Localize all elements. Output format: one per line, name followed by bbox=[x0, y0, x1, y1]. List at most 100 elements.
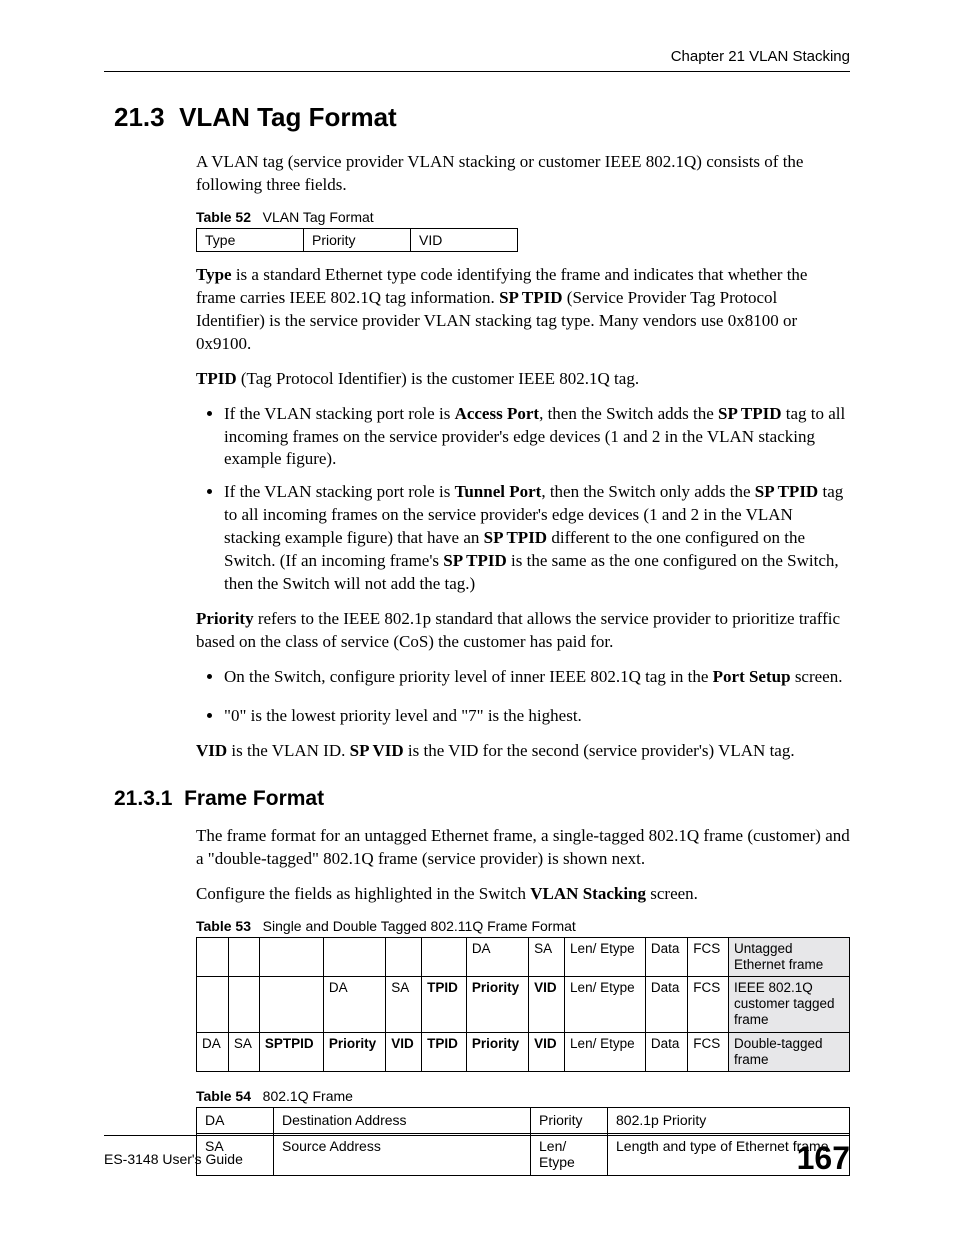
subsection-number: 21.3.1 bbox=[114, 787, 172, 810]
b2-b3: SP TPID bbox=[484, 528, 547, 547]
t53-r1-c2 bbox=[259, 976, 323, 1032]
sp2-t1: Configure the fields as highlighted in t… bbox=[196, 884, 530, 903]
table52-c1: Priority bbox=[304, 228, 411, 251]
page-footer: ES-3148 User's Guide 167 bbox=[104, 1135, 850, 1177]
priority-bold: Priority bbox=[196, 609, 254, 628]
vid-text2: is the VID for the second (service provi… bbox=[404, 741, 795, 760]
t53-r0-c10: FCS bbox=[688, 937, 729, 976]
b2-t2: , then the Switch only adds the bbox=[541, 482, 754, 501]
b1-b2: SP TPID bbox=[718, 404, 781, 423]
table53-title: Single and Double Tagged 802.11Q Frame F… bbox=[263, 918, 576, 934]
t53-r0-c5 bbox=[422, 937, 467, 976]
footer-rule bbox=[104, 1135, 850, 1136]
t53-r0-c9: Data bbox=[645, 937, 687, 976]
t53-r2-c2: SPTPID bbox=[259, 1032, 323, 1071]
t53-r1-c4: SA bbox=[386, 976, 422, 1032]
pb1-b1: Port Setup bbox=[713, 667, 791, 686]
table54-title: 802.1Q Frame bbox=[263, 1088, 353, 1104]
sp2-t2: screen. bbox=[646, 884, 698, 903]
t53-r2-c10: FCS bbox=[688, 1032, 729, 1071]
priority-paragraph: Priority refers to the IEEE 802.1p stand… bbox=[196, 608, 850, 654]
subsection-title-text: Frame Format bbox=[184, 787, 324, 810]
table54-row-0: DA Destination Address Priority 802.1p P… bbox=[197, 1107, 850, 1133]
t53-r0-c4 bbox=[386, 937, 422, 976]
table53-label: Table 53 bbox=[196, 918, 251, 934]
t53-r1-c1 bbox=[228, 976, 259, 1032]
t53-r1-c6-b: Priority bbox=[472, 980, 519, 995]
t53-r0-c0 bbox=[197, 937, 229, 976]
t53-r2-c2-b: SPTPID bbox=[265, 1036, 314, 1051]
section-heading: 21.3 VLAN Tag Format bbox=[114, 102, 850, 133]
table52: Type Priority VID bbox=[196, 228, 518, 252]
t54-r0-c3: 802.1p Priority bbox=[608, 1107, 850, 1133]
t53-r2-c7-b: VID bbox=[534, 1036, 557, 1051]
type-paragraph: Type is a standard Ethernet type code id… bbox=[196, 264, 850, 356]
subsection-heading: 21.3.1 Frame Format bbox=[114, 787, 850, 811]
type-bold: Type bbox=[196, 265, 232, 284]
t53-r2-c7: VID bbox=[529, 1032, 565, 1071]
tpid-bullet-2: If the VLAN stacking port role is Tunnel… bbox=[224, 481, 850, 596]
t53-r2-c4: VID bbox=[386, 1032, 422, 1071]
priority-bullet-2: "0" is the lowest priority level and "7"… bbox=[224, 705, 850, 728]
t54-r0-c0: DA bbox=[197, 1107, 274, 1133]
tpid-bold: TPID bbox=[196, 369, 237, 388]
b1-t2: , then the Switch adds the bbox=[539, 404, 718, 423]
t53-r1-c0 bbox=[197, 976, 229, 1032]
t53-r1-c7-b: VID bbox=[534, 980, 557, 995]
t53-r2-c1: SA bbox=[228, 1032, 259, 1071]
b2-b1: Tunnel Port bbox=[455, 482, 542, 501]
t53-r2-c6-b: Priority bbox=[472, 1036, 519, 1051]
intro-paragraph: A VLAN tag (service provider VLAN stacki… bbox=[196, 151, 850, 197]
t53-r0-c6: DA bbox=[466, 937, 528, 976]
tpid-paragraph: TPID (Tag Protocol Identifier) is the cu… bbox=[196, 368, 850, 391]
t53-r1-c5: TPID bbox=[422, 976, 467, 1032]
page-number: 167 bbox=[797, 1140, 850, 1177]
priority-bullet-1: On the Switch, configure priority level … bbox=[224, 666, 850, 689]
tpid-bullets: If the VLAN stacking port role is Access… bbox=[196, 403, 850, 597]
section-number: 21.3 bbox=[114, 102, 165, 132]
t53-r2-c5: TPID bbox=[422, 1032, 467, 1071]
priority-text: refers to the IEEE 802.1p standard that … bbox=[196, 609, 840, 651]
t53-r0-c11: Untagged Ethernet frame bbox=[729, 937, 850, 976]
t53-r1-c8: Len/ Etype bbox=[565, 976, 646, 1032]
t53-r2-c3-b: Priority bbox=[329, 1036, 376, 1051]
t53-r1-c11: IEEE 802.1Q customer tagged frame bbox=[729, 976, 850, 1032]
table53: DA SA Len/ Etype Data FCS Untagged Ether… bbox=[196, 937, 850, 1072]
t53-r1-c6: Priority bbox=[466, 976, 528, 1032]
tpid-text: (Tag Protocol Identifier) is the custome… bbox=[237, 369, 639, 388]
t53-r0-c7: SA bbox=[529, 937, 565, 976]
t53-r2-c8: Len/ Etype bbox=[565, 1032, 646, 1071]
b2-b4: SP TPID bbox=[443, 551, 506, 570]
sub-paragraph-2: Configure the fields as highlighted in t… bbox=[196, 883, 850, 906]
t53-r2-c4-b: VID bbox=[391, 1036, 414, 1051]
t53-r1-c5-b: TPID bbox=[427, 980, 458, 995]
section-title-text: VLAN Tag Format bbox=[179, 102, 397, 132]
sp2-b1: VLAN Stacking bbox=[530, 884, 646, 903]
table53-caption: Table 53 Single and Double Tagged 802.11… bbox=[196, 918, 850, 934]
pb1-t1: On the Switch, configure priority level … bbox=[224, 667, 713, 686]
t53-r2-c0: DA bbox=[197, 1032, 229, 1071]
vid-bold: VID bbox=[196, 741, 227, 760]
table53-row-0: DA SA Len/ Etype Data FCS Untagged Ether… bbox=[197, 937, 850, 976]
t53-r1-c10: FCS bbox=[688, 976, 729, 1032]
tpid-bullet-1: If the VLAN stacking port role is Access… bbox=[224, 403, 850, 472]
table52-label: Table 52 bbox=[196, 209, 251, 225]
t53-r2-c3: Priority bbox=[323, 1032, 385, 1071]
table53-row-2: DA SA SPTPID Priority VID TPID Priority … bbox=[197, 1032, 850, 1071]
t53-r0-c8: Len/ Etype bbox=[565, 937, 646, 976]
t53-r2-c9: Data bbox=[645, 1032, 687, 1071]
vid-text1: is the VLAN ID. bbox=[227, 741, 349, 760]
b2-b2: SP TPID bbox=[755, 482, 818, 501]
table52-c0: Type bbox=[197, 228, 304, 251]
table52-caption: Table 52 VLAN Tag Format bbox=[196, 209, 850, 225]
t53-r0-c1 bbox=[228, 937, 259, 976]
table53-row-1: DA SA TPID Priority VID Len/ Etype Data … bbox=[197, 976, 850, 1032]
table52-c2: VID bbox=[411, 228, 518, 251]
footer-guide-name: ES-3148 User's Guide bbox=[104, 1151, 243, 1167]
b1-t1: If the VLAN stacking port role is bbox=[224, 404, 455, 423]
t53-r2-c6: Priority bbox=[466, 1032, 528, 1071]
b1-b1: Access Port bbox=[455, 404, 540, 423]
t53-r1-c3: DA bbox=[323, 976, 385, 1032]
t54-r0-c1: Destination Address bbox=[274, 1107, 531, 1133]
t53-r0-c2 bbox=[259, 937, 323, 976]
